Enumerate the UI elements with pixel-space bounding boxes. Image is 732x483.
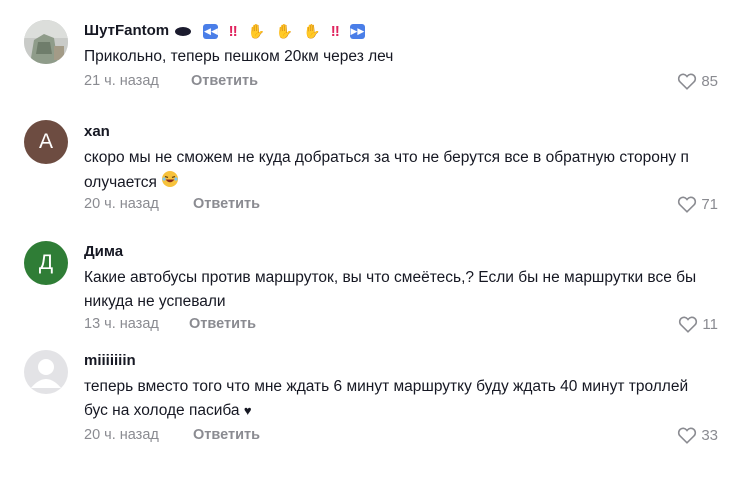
heart-icon bbox=[678, 196, 697, 213]
like-button[interactable]: 33 bbox=[677, 426, 718, 444]
comment-text-line: Какие автобусы против маршруток, вы что … bbox=[84, 269, 697, 286]
fast-forward-icon: ▶▶ bbox=[349, 23, 365, 39]
heart-icon bbox=[678, 73, 697, 90]
avatar-photo-icon bbox=[24, 20, 68, 64]
heart-icon bbox=[679, 316, 698, 333]
reply-button[interactable]: Ответить bbox=[193, 196, 260, 212]
laughing-face-icon bbox=[161, 170, 179, 196]
avatar[interactable] bbox=[24, 20, 68, 64]
heart-icon bbox=[678, 427, 697, 444]
avatar[interactable]: Д bbox=[24, 241, 68, 285]
like-button[interactable]: 85 bbox=[677, 72, 718, 90]
comment-text: Какие автобусы против маршруток, вы что … bbox=[84, 266, 714, 314]
comment-text-line: олучается bbox=[84, 170, 714, 196]
like-count: 71 bbox=[701, 195, 718, 213]
comment-text-segment: олучается bbox=[84, 174, 157, 192]
avatar-letter: A bbox=[38, 130, 53, 153]
default-user-icon bbox=[31, 359, 61, 388]
like-count: 33 bbox=[701, 426, 718, 444]
reply-button[interactable]: Ответить bbox=[189, 316, 256, 332]
timestamp: 21 ч. назад bbox=[84, 73, 159, 89]
like-count: 85 bbox=[701, 72, 718, 90]
username[interactable]: Дима bbox=[84, 243, 123, 260]
praying-hands-icon: ✋ bbox=[303, 22, 321, 39]
reply-button[interactable]: Ответить bbox=[191, 73, 258, 89]
praying-hands-icon: ✋ bbox=[275, 22, 293, 39]
timestamp: 13 ч. назад bbox=[84, 316, 159, 332]
avatar-letter: Д bbox=[38, 251, 54, 274]
comment-text-line: теперь вместо того что мне ждать 6 минут… bbox=[84, 378, 689, 395]
like-button[interactable]: 71 bbox=[677, 195, 718, 213]
username[interactable]: ШутFantom ◀◀ ‼ ✋ ✋ ✋ ‼ ▶▶ bbox=[84, 22, 371, 40]
timestamp: 20 ч. назад bbox=[84, 427, 159, 443]
avatar[interactable]: A bbox=[24, 120, 68, 164]
black-oval-icon bbox=[175, 26, 192, 36]
comment-text-line: никуда не успевали bbox=[84, 293, 226, 310]
comment-text-segment: бус на холоде пасиба bbox=[84, 402, 240, 420]
comment-text: Прикольно, теперь пешком 20км через леч bbox=[84, 48, 394, 65]
timestamp: 20 ч. назад bbox=[84, 196, 159, 212]
like-count: 11 bbox=[702, 315, 718, 333]
black-heart-icon: ♥ bbox=[243, 403, 252, 418]
rewind-icon: ◀◀ bbox=[203, 23, 219, 39]
double-exclamation-icon: ‼ bbox=[330, 22, 340, 40]
comment-text: теперь вместо того что мне ждать 6 минут… bbox=[84, 375, 714, 423]
double-exclamation-icon: ‼ bbox=[228, 22, 238, 40]
comment-text-line: бус на холоде пасиба ♥ bbox=[84, 399, 714, 423]
avatar[interactable] bbox=[24, 350, 68, 394]
reply-button[interactable]: Ответить bbox=[193, 427, 260, 443]
comment-text: скоро мы не сможем не куда добраться за … bbox=[84, 146, 714, 196]
comment-text-line: скоро мы не сможем не куда добраться за … bbox=[84, 149, 689, 166]
praying-hands-icon: ✋ bbox=[247, 22, 266, 39]
username[interactable]: xan bbox=[84, 123, 110, 140]
username[interactable]: miiiiiiin bbox=[84, 352, 136, 369]
username-text[interactable]: ШутFantom bbox=[84, 22, 169, 39]
like-button[interactable]: 11 bbox=[678, 315, 718, 333]
